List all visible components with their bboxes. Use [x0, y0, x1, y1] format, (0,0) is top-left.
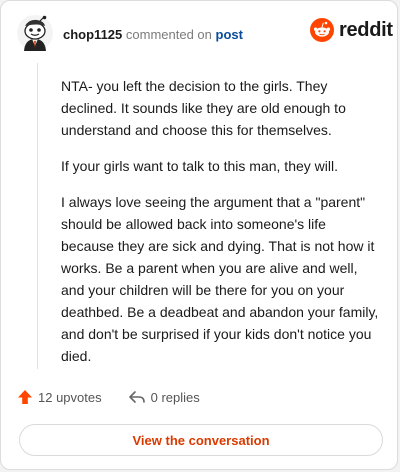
username-link[interactable]: chop1125 — [63, 27, 122, 42]
comment-paragraph: NTA- you left the decision to the girls.… — [61, 78, 346, 138]
comment-card: chop1125 commented on post reddit NTA- y… — [0, 0, 398, 470]
comment-actions: 12 upvotes 0 replies — [17, 389, 226, 405]
upvote-button[interactable]: 12 upvotes — [17, 389, 102, 405]
snoo-avatar-icon — [17, 15, 53, 51]
reply-count: 0 replies — [150, 389, 200, 405]
post-link[interactable]: post — [216, 27, 243, 42]
comment-body: NTA- you left the decision to the girls.… — [61, 75, 381, 381]
reply-arrow-icon — [128, 391, 145, 403]
header-action-text: commented on — [125, 27, 212, 42]
reddit-snoo-icon — [310, 18, 334, 42]
arrow-up-icon — [18, 390, 32, 404]
user-avatar[interactable] — [17, 15, 53, 51]
reddit-wordmark: reddit — [339, 18, 393, 41]
upvote-count: 12 upvotes — [38, 389, 102, 405]
thread-line — [37, 63, 38, 369]
comment-header: chop1125 commented on post — [63, 27, 243, 42]
view-conversation-button[interactable]: View the conversation — [19, 424, 383, 456]
comment-paragraph: If your girls want to talk to this man, … — [61, 158, 338, 174]
reddit-logo[interactable]: reddit — [310, 18, 393, 42]
replies-button[interactable]: 0 replies — [128, 389, 200, 405]
comment-paragraph: I always love seeing the argument that a… — [61, 194, 379, 364]
